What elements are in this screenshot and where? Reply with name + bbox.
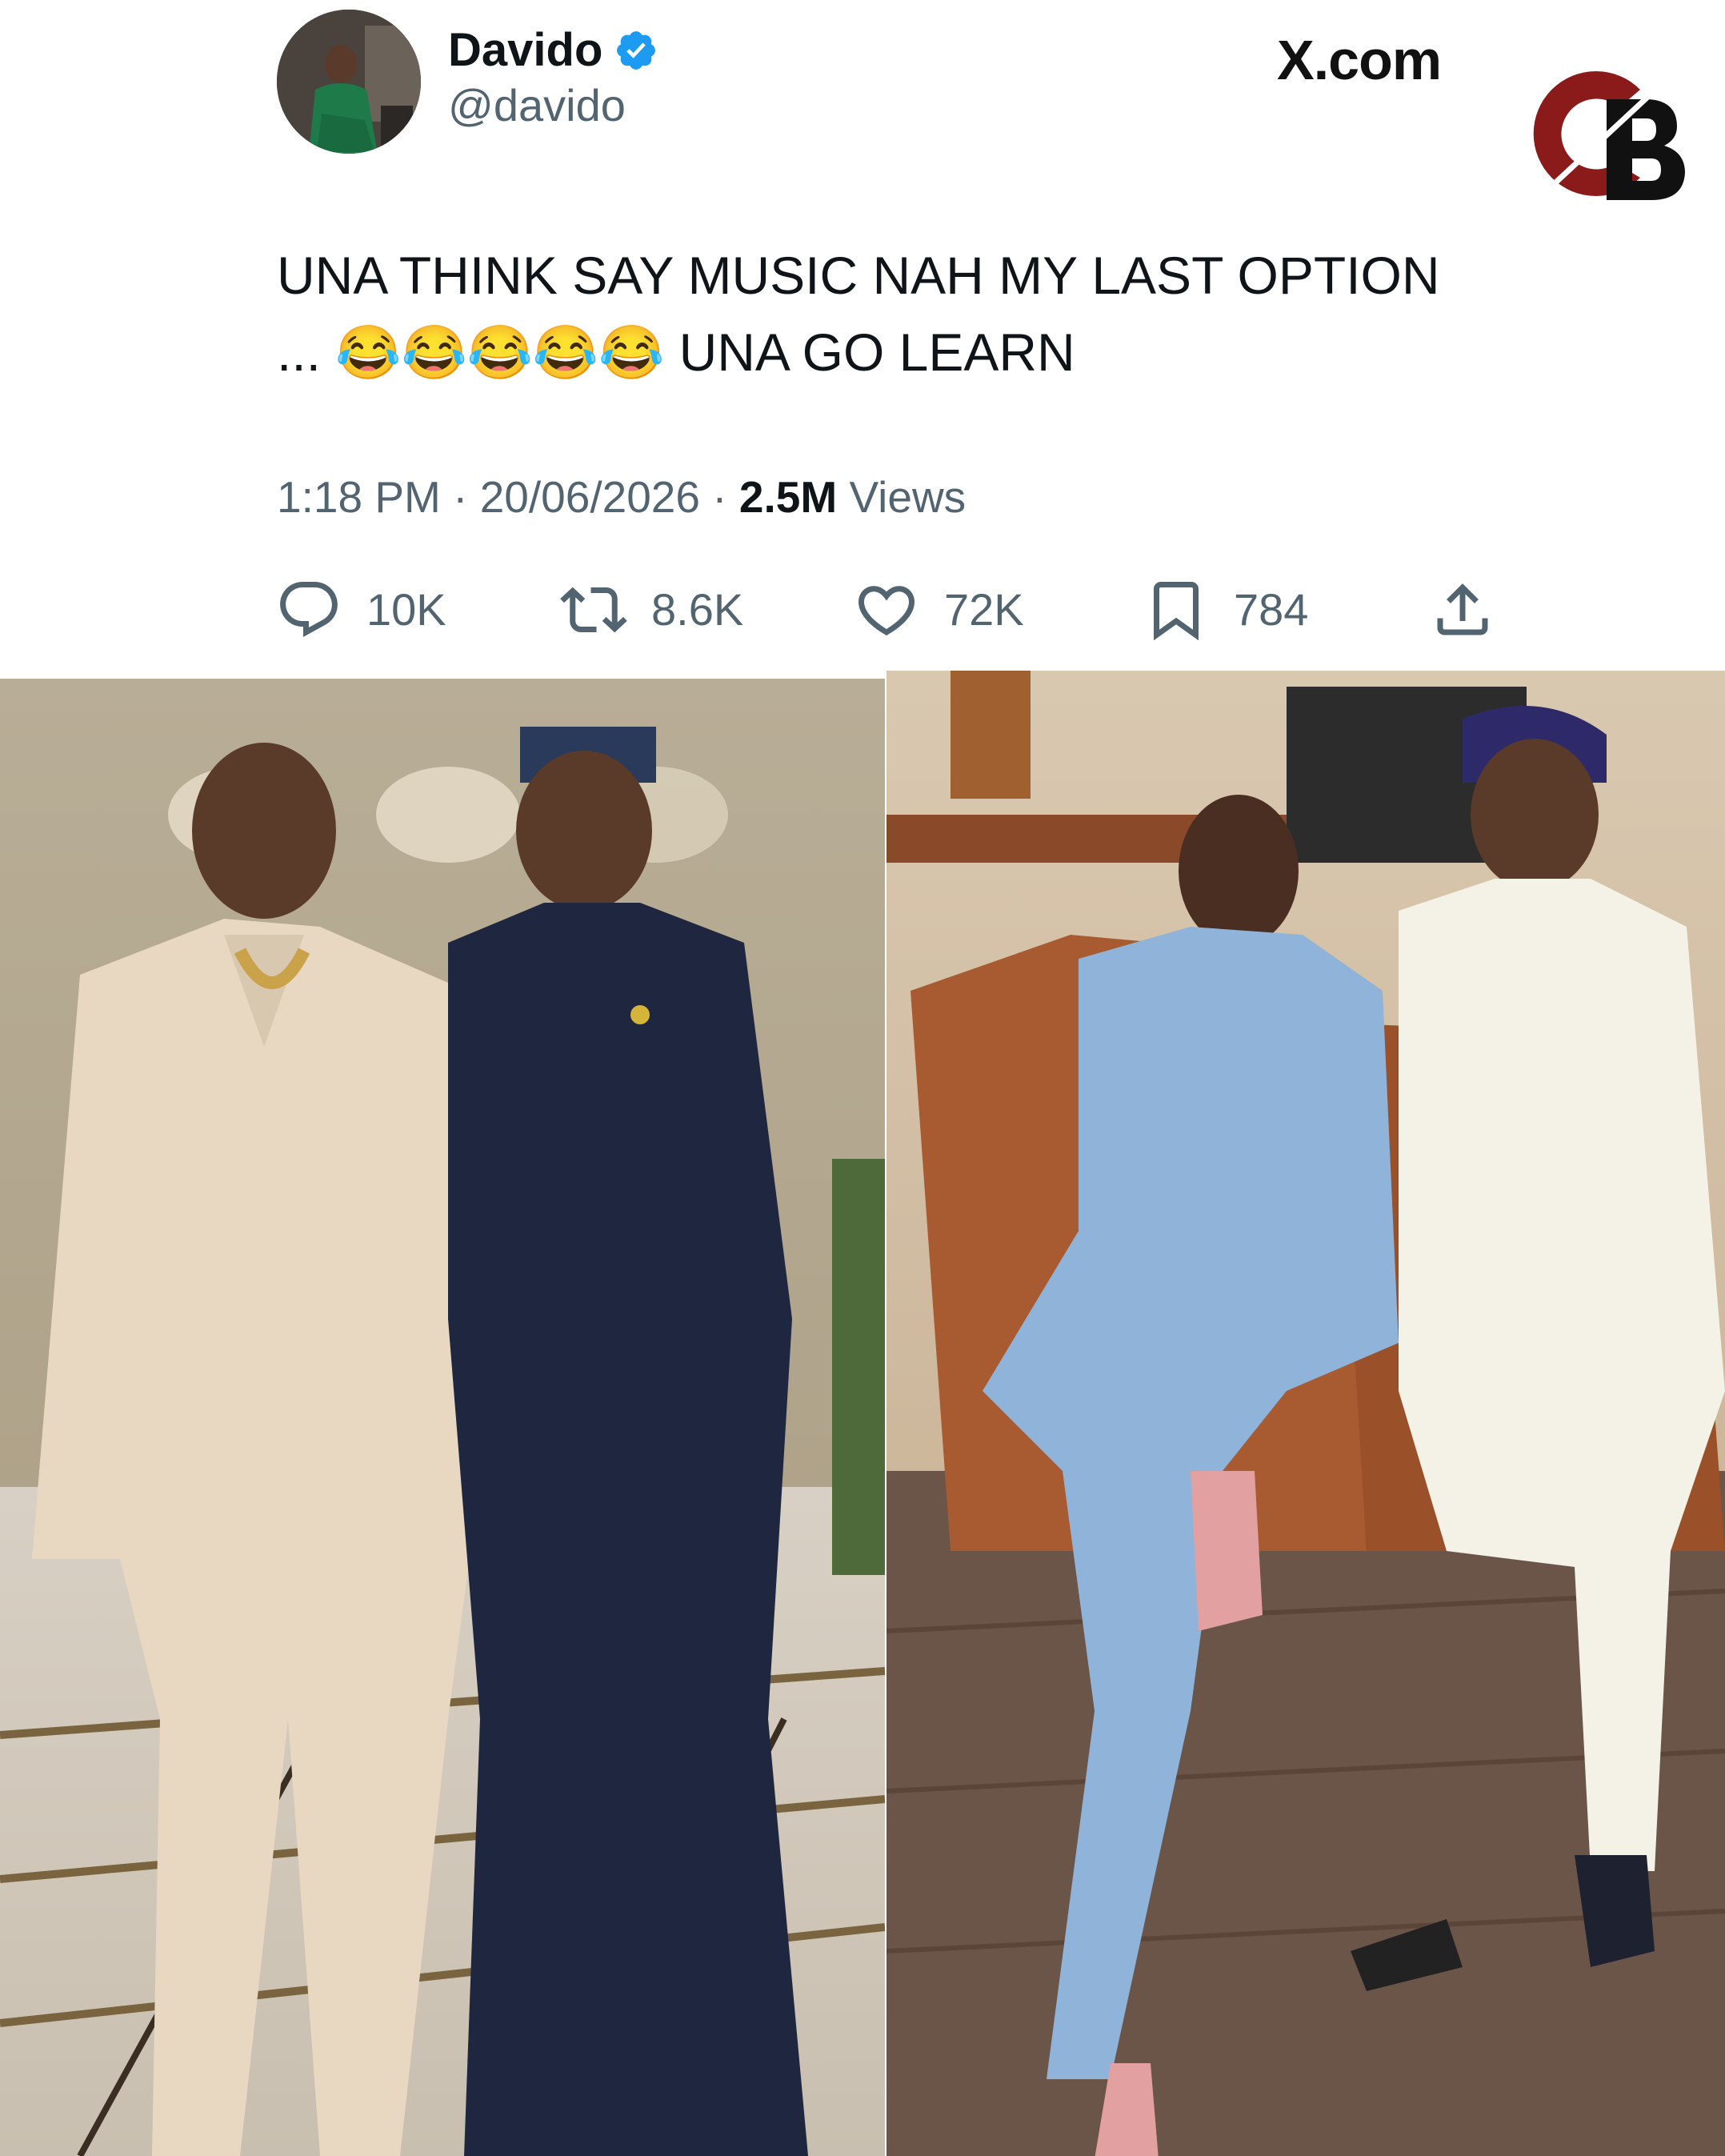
- handle[interactable]: @davido: [448, 83, 626, 128]
- like-button[interactable]: 72K: [853, 570, 1024, 650]
- site-label: X.com: [1277, 29, 1442, 91]
- heart-icon: [858, 586, 915, 636]
- meta-separator: ·: [440, 472, 480, 522]
- avatar[interactable]: [277, 10, 421, 154]
- repost-count: 8.6K: [651, 584, 744, 635]
- bookmark-button[interactable]: 784: [1143, 570, 1308, 650]
- share-icon: [1437, 583, 1488, 635]
- views-count: 2.5M: [738, 472, 838, 522]
- bookmark-count: 784: [1234, 584, 1309, 635]
- share-button[interactable]: [1429, 570, 1496, 650]
- tweet-time[interactable]: 1:18 PM: [277, 472, 441, 522]
- like-count: 72K: [944, 584, 1024, 635]
- photo-right[interactable]: [887, 671, 1725, 2156]
- tweet-text: UNA THINK SAY MUSIC NAH MY LAST OPTION .…: [277, 246, 1440, 382]
- meta-separator: ·: [700, 472, 739, 522]
- photo-left-image: [0, 679, 885, 2156]
- verified-badge-icon: [617, 31, 656, 70]
- photo-right-image: [887, 671, 1725, 2156]
- watermark-logo-icon: [1533, 71, 1685, 200]
- bookmark-icon: [1154, 582, 1199, 641]
- repost-button[interactable]: 8.6K: [560, 570, 743, 650]
- tweet-meta: 1:18 PM · 20/06/2026 · 2.5M Views: [277, 469, 966, 525]
- views-label: Views: [837, 472, 967, 522]
- reply-count: 10K: [366, 584, 446, 635]
- repost-icon: [560, 587, 627, 633]
- tweet-date[interactable]: 20/06/2026: [480, 472, 700, 522]
- display-name[interactable]: Davido: [448, 27, 602, 74]
- photo-left[interactable]: [0, 679, 885, 2156]
- reply-icon: [280, 582, 338, 637]
- avatar-image: [277, 10, 421, 154]
- reply-button[interactable]: 10K: [275, 570, 446, 650]
